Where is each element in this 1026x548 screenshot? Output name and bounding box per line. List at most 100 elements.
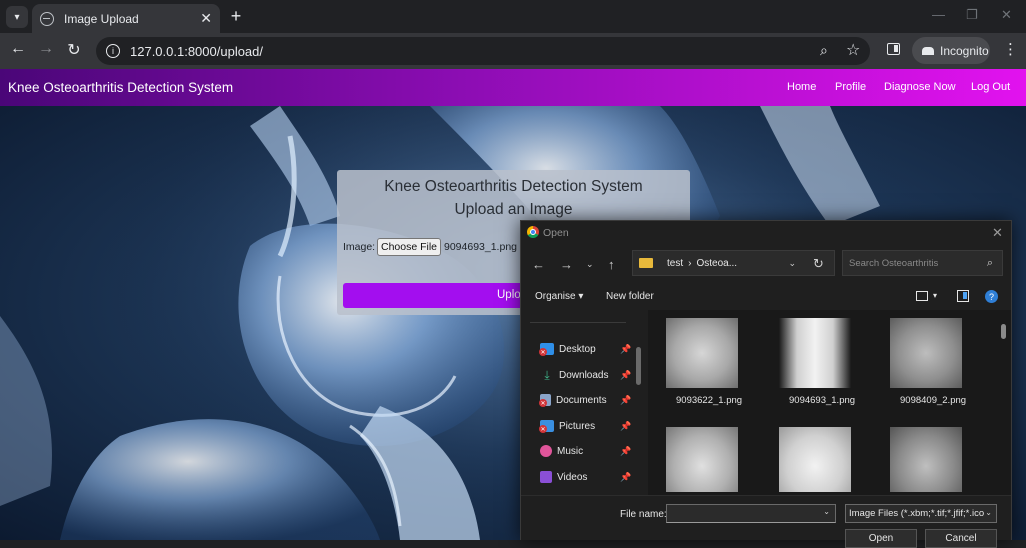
- site-brand[interactable]: Knee Osteoarthritis Detection System: [8, 80, 233, 95]
- file-thumbnail[interactable]: [666, 427, 738, 492]
- card-title: Knee Osteoarthritis Detection System: [384, 178, 643, 195]
- nav-item-music[interactable]: Music: [540, 442, 583, 460]
- download-icon: ⤓: [544, 368, 550, 382]
- nav-item-videos[interactable]: Videos: [540, 468, 587, 486]
- incognito-icon: [922, 46, 934, 55]
- open-button[interactable]: Open: [845, 529, 917, 548]
- breadcrumb-test[interactable]: test: [667, 258, 683, 269]
- new-tab-button[interactable]: +: [226, 5, 246, 27]
- file-thumbnail[interactable]: [666, 318, 738, 388]
- pin-icon[interactable]: 📌: [620, 395, 631, 406]
- file-thumbnail[interactable]: [779, 427, 851, 492]
- maximize-icon[interactable]: ❐: [966, 7, 978, 23]
- pin-icon[interactable]: 📌: [620, 446, 631, 457]
- file-type-dropdown-icon[interactable]: ⌄: [985, 508, 992, 517]
- file-name-input[interactable]: ⌄: [666, 504, 836, 523]
- nav-divider: [530, 322, 626, 323]
- file-name-label[interactable]: 9094693_1.png: [789, 393, 873, 408]
- incognito-label: Incognito: [940, 43, 989, 58]
- bookmark-star-icon[interactable]: ☆: [846, 40, 860, 60]
- nav-scrollbar[interactable]: [636, 347, 641, 385]
- nav-item-label: Pictures: [559, 420, 596, 432]
- nav-link-profile[interactable]: Profile: [835, 81, 866, 93]
- dialog-back-icon[interactable]: ←: [532, 257, 545, 272]
- error-badge-icon: ✕: [539, 425, 547, 433]
- dialog-title: Open: [543, 227, 569, 239]
- file-type-select[interactable]: Image Files (*.xbm;*.tif;*.jfif;*.ico ⌄: [845, 504, 997, 523]
- dialog-close-icon[interactable]: ✕: [992, 225, 1003, 241]
- nav-item-label: Downloads: [559, 369, 609, 381]
- file-name-label[interactable]: 9098409_2.png: [900, 393, 984, 408]
- help-icon[interactable]: ?: [985, 290, 998, 303]
- file-name-dropdown-icon[interactable]: ⌄: [823, 507, 830, 516]
- file-thumbnail[interactable]: [890, 318, 962, 388]
- nav-item-pictures[interactable]: ✕ Pictures: [539, 417, 596, 435]
- browser-tab[interactable]: Image Upload ✕: [32, 4, 220, 33]
- upload-button-label: Uplo: [497, 289, 521, 301]
- videos-icon: [540, 471, 552, 483]
- nav-link-logout[interactable]: Log Out: [971, 81, 1010, 93]
- nav-item-label: Music: [557, 445, 584, 457]
- pin-icon[interactable]: 📌: [620, 472, 631, 483]
- file-name-label[interactable]: 9093622_1.png: [676, 393, 760, 408]
- zoom-icon[interactable]: ⌕: [820, 42, 828, 59]
- pin-icon[interactable]: 📌: [620, 421, 631, 432]
- file-type-value: Image Files (*.xbm;*.tif;*.jfif;*.ico: [849, 508, 985, 519]
- address-bar[interactable]: i 127.0.0.1:8000/upload/: [96, 37, 870, 65]
- recent-locations-chevron-icon[interactable]: ⌄: [586, 259, 594, 270]
- dialog-address-bar[interactable]: test › Osteoa... ⌄: [632, 250, 835, 276]
- reload-icon[interactable]: ↻: [63, 40, 85, 60]
- dialog-refresh-icon[interactable]: ↻: [813, 256, 824, 272]
- image-field-label: Image:: [343, 241, 376, 253]
- more-menu-icon[interactable]: ⋮: [1003, 40, 1018, 58]
- files-scrollbar[interactable]: [1001, 324, 1006, 339]
- url-text: 127.0.0.1:8000/upload/: [130, 43, 264, 59]
- cancel-button[interactable]: Cancel: [925, 529, 997, 548]
- nav-item-downloads[interactable]: ⤓ Downloads: [540, 366, 608, 384]
- nav-item-label: Videos: [557, 471, 588, 483]
- incognito-badge[interactable]: Incognito: [912, 37, 990, 64]
- nav-item-documents[interactable]: ✕ Documents: [539, 391, 607, 409]
- search-icon: ⌕: [986, 256, 993, 269]
- nav-item-label: Desktop: [559, 343, 596, 355]
- up-folder-icon[interactable]: ↑: [608, 257, 615, 272]
- organise-menu[interactable]: Organise ▾: [535, 291, 583, 302]
- side-panel-icon[interactable]: [887, 43, 900, 55]
- pin-icon[interactable]: 📌: [620, 370, 631, 381]
- choose-file-button[interactable]: Choose File: [377, 238, 441, 256]
- nav-link-diagnose[interactable]: Diagnose Now: [884, 81, 956, 93]
- view-options-caret-icon[interactable]: ▾: [933, 291, 937, 300]
- nav-item-label: Documents: [556, 394, 607, 406]
- breadcrumb-separator: ›: [688, 257, 692, 269]
- globe-icon: [40, 11, 54, 26]
- minimize-icon[interactable]: —: [932, 7, 945, 22]
- tab-title: Image Upload: [64, 11, 139, 26]
- pin-icon[interactable]: 📌: [620, 344, 631, 355]
- error-badge-icon: ✕: [539, 399, 547, 407]
- card-subtitle: Upload an Image: [454, 201, 573, 218]
- nav-link-home[interactable]: Home: [787, 81, 816, 93]
- window-close-icon[interactable]: ✕: [1001, 7, 1012, 23]
- folder-icon: [639, 258, 653, 268]
- file-thumbnail-selected[interactable]: [779, 318, 851, 388]
- error-badge-icon: ✕: [539, 348, 547, 356]
- back-arrow-icon[interactable]: ←: [7, 40, 29, 58]
- file-name-field-label: File name:: [620, 509, 667, 520]
- chrome-icon: [527, 226, 539, 238]
- nav-item-desktop[interactable]: ✕ Desktop: [539, 340, 596, 358]
- forward-arrow-icon[interactable]: →: [35, 40, 57, 58]
- music-icon: [540, 445, 552, 457]
- address-dropdown-icon[interactable]: ⌄: [788, 258, 796, 269]
- preview-pane-icon[interactable]: [957, 290, 969, 302]
- tab-search-chevron-icon[interactable]: ▾: [6, 6, 28, 28]
- tab-close-icon[interactable]: ✕: [200, 10, 212, 27]
- site-info-icon[interactable]: i: [106, 44, 120, 58]
- breadcrumb-osteoarthritis[interactable]: Osteoa...: [696, 258, 737, 269]
- view-options-icon[interactable]: [916, 291, 928, 301]
- search-placeholder: Search Osteoarthritis: [849, 257, 939, 269]
- new-folder-button[interactable]: New folder: [606, 291, 654, 302]
- selected-file-name: 9094693_1.png: [444, 241, 517, 253]
- file-thumbnail[interactable]: [890, 427, 962, 492]
- dialog-forward-icon[interactable]: →: [560, 257, 573, 272]
- dialog-search-input[interactable]: Search Osteoarthritis ⌕: [842, 250, 1003, 276]
